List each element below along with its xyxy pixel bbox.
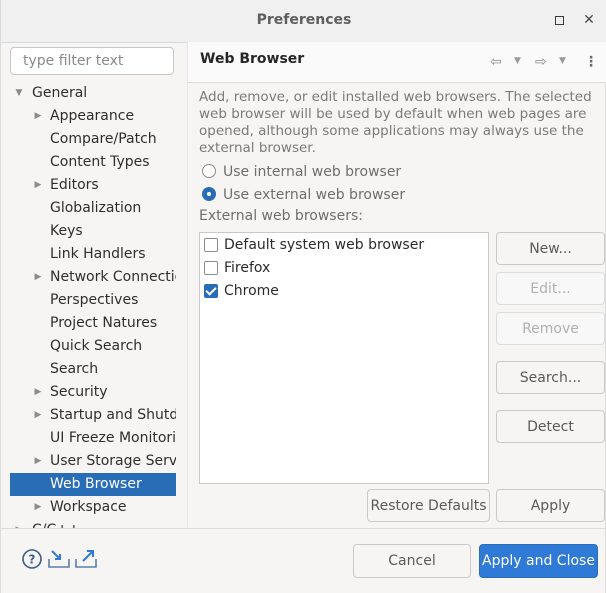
search-button[interactable]: Search...: [496, 361, 605, 394]
tree-item-label: Network Connectio: [50, 269, 176, 285]
detect-button[interactable]: Detect: [496, 410, 605, 443]
chevron-right-icon[interactable]: ▶: [33, 450, 43, 473]
tree-item-appearance[interactable]: ▶ Appearance: [10, 105, 176, 128]
preference-tree: ▼ General ▶ Appearance Compare/Patch Con…: [10, 82, 176, 528]
restore-defaults-button[interactable]: Restore Defaults: [367, 489, 490, 522]
tree-item-user-storage-service[interactable]: ▶ User Storage Servic: [10, 450, 176, 473]
tree-item-content-types[interactable]: Content Types: [10, 151, 176, 174]
import-icon[interactable]: [47, 547, 71, 571]
chevron-right-icon[interactable]: ▶: [33, 404, 43, 427]
tree-item-startup-shutdown[interactable]: ▶ Startup and Shutdo: [10, 404, 176, 427]
chevron-down-icon[interactable]: ▼: [559, 56, 566, 66]
tree-item-quick-search[interactable]: Quick Search: [10, 335, 176, 358]
maximize-icon[interactable]: [551, 12, 567, 28]
tree-item-label: Workspace: [50, 499, 127, 515]
chevron-right-icon[interactable]: ▶: [33, 496, 43, 519]
preferences-dialog: Preferences ✕ ▼ General ▶ Appearance Com…: [0, 0, 606, 593]
tree-item-label: General: [32, 85, 88, 101]
tree-item-label: Web Browser: [50, 476, 142, 492]
browser-label: Chrome: [224, 283, 279, 299]
new-button[interactable]: New...: [496, 232, 605, 265]
tree-item-editors[interactable]: ▶ Editors: [10, 174, 176, 197]
tree-item-label: Compare/Patch: [50, 131, 157, 147]
tree-item-general[interactable]: ▼ General: [10, 82, 176, 105]
page-description: Add, remove, or edit installed web brows…: [199, 89, 592, 156]
tree-item-ui-freeze-monitoring[interactable]: UI Freeze Monitorir: [10, 427, 176, 450]
tree-item-label: Quick Search: [50, 338, 143, 354]
export-icon[interactable]: [74, 547, 98, 571]
browser-list: Default system web browser Firefox Chrom…: [199, 232, 489, 484]
footer-divider: [1, 528, 606, 529]
apply-button[interactable]: Apply: [496, 489, 605, 522]
tree-item-label: User Storage Servic: [50, 453, 176, 469]
chevron-down-icon[interactable]: ▼: [14, 82, 24, 105]
radio-button[interactable]: [202, 187, 216, 201]
tree-item-search[interactable]: Search: [10, 358, 176, 381]
checkbox[interactable]: [204, 238, 218, 252]
tree-item-label: Project Natures: [50, 315, 158, 331]
tree-item-project-natures[interactable]: Project Natures: [10, 312, 176, 335]
chevron-down-icon[interactable]: ▼: [514, 56, 521, 66]
forward-arrow-icon[interactable]: ⇨: [535, 54, 547, 70]
tree-item-label: Search: [50, 361, 99, 377]
back-arrow-icon[interactable]: ⇦: [490, 54, 502, 70]
radio-label: Use external web browser: [223, 187, 406, 203]
tree-item-label: Content Types: [50, 154, 150, 170]
chevron-right-icon[interactable]: ▶: [14, 519, 24, 528]
tree-item-label: Appearance: [50, 108, 135, 124]
tree-item-label: UI Freeze Monitorir: [50, 430, 176, 446]
tree-item-web-browser[interactable]: Web Browser: [10, 473, 176, 496]
tree-item-label: Globalization: [50, 200, 142, 216]
tree-item-label: Perspectives: [50, 292, 139, 308]
cancel-button[interactable]: Cancel: [353, 544, 471, 578]
chevron-right-icon[interactable]: ▶: [33, 174, 43, 197]
chevron-right-icon[interactable]: ▶: [33, 105, 43, 128]
view-menu-icon[interactable]: ⋮: [584, 54, 598, 70]
help-icon[interactable]: ?: [20, 547, 44, 571]
edit-button[interactable]: Edit...: [496, 272, 605, 305]
external-browsers-label: External web browsers:: [199, 208, 363, 224]
apply-and-close-button[interactable]: Apply and Close: [479, 544, 598, 578]
window-title: Preferences: [256, 12, 352, 28]
close-icon[interactable]: ✕: [581, 12, 597, 28]
filter-input[interactable]: [10, 47, 174, 75]
tree-item-globalization[interactable]: Globalization: [10, 197, 176, 220]
radio-label: Use internal web browser: [223, 164, 402, 180]
radio-button[interactable]: [202, 164, 216, 178]
svg-text:?: ?: [29, 553, 36, 567]
tree-item-label: Startup and Shutdo: [50, 407, 176, 423]
browser-label: Firefox: [224, 260, 271, 276]
checkbox[interactable]: [204, 261, 218, 275]
tree-item-security[interactable]: ▶ Security: [10, 381, 176, 404]
tree-item-link-handlers[interactable]: Link Handlers: [10, 243, 176, 266]
checkbox[interactable]: [204, 284, 218, 298]
chevron-right-icon[interactable]: ▶: [33, 381, 43, 404]
tree-item-label: Security: [50, 384, 108, 400]
tree-item-label: Link Handlers: [50, 246, 146, 262]
title-bar: Preferences ✕: [1, 0, 606, 43]
chevron-right-icon[interactable]: ▶: [33, 266, 43, 289]
page-title: Web Browser: [200, 51, 305, 67]
tree-item-label: Keys: [50, 223, 83, 239]
tree-item-workspace[interactable]: ▶ Workspace: [10, 496, 176, 519]
browser-label: Default system web browser: [224, 237, 425, 253]
tree-item-network-connections[interactable]: ▶ Network Connectio: [10, 266, 176, 289]
tree-item-c-cpp[interactable]: ▶ C/C++: [10, 519, 176, 528]
tree-item-compare-patch[interactable]: Compare/Patch: [10, 128, 176, 151]
pane-divider[interactable]: [187, 42, 188, 528]
tree-item-keys[interactable]: Keys: [10, 220, 176, 243]
remove-button[interactable]: Remove: [496, 312, 605, 345]
tree-item-perspectives[interactable]: Perspectives: [10, 289, 176, 312]
tree-item-label: C/C++: [32, 519, 80, 528]
page-header: Web Browser ⇦ ▼ ⇨ ▼ ⋮: [188, 42, 606, 83]
tree-item-label: Editors: [50, 177, 99, 193]
